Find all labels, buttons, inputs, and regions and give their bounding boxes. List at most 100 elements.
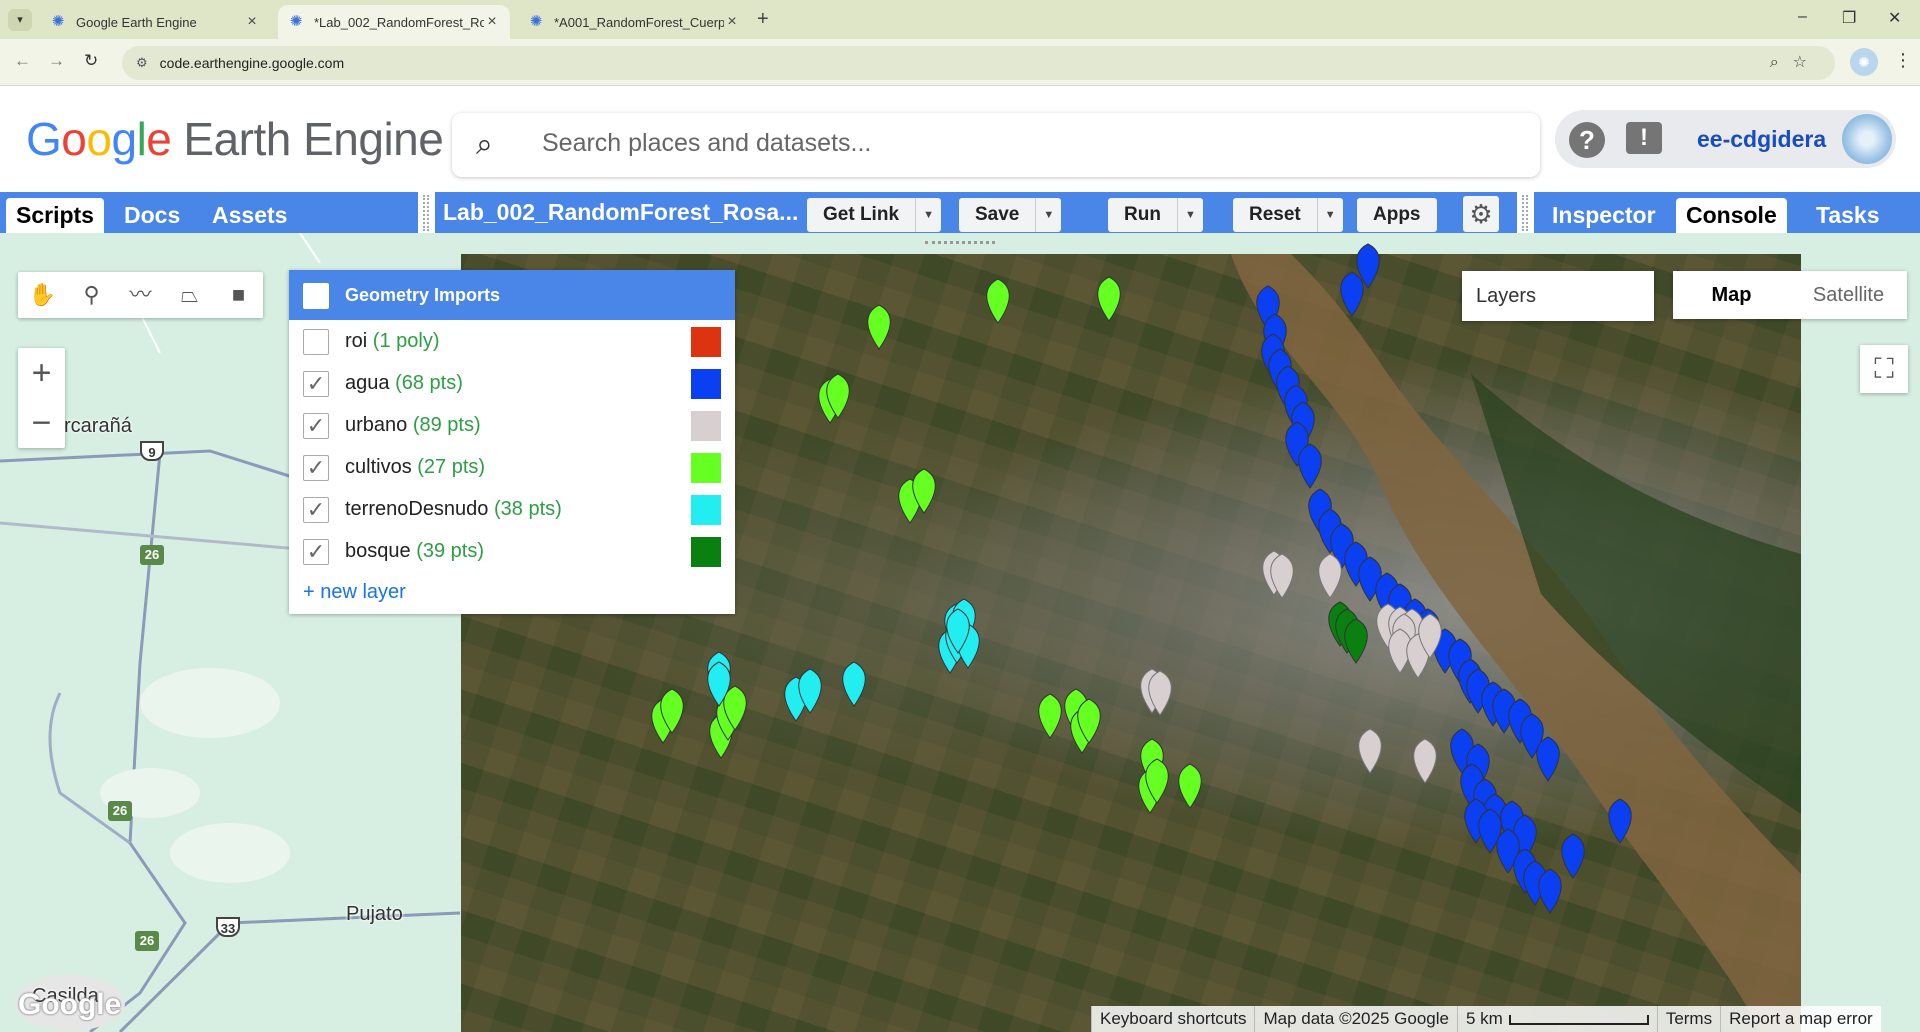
- browser-profile-icon[interactable]: ✺: [1850, 48, 1878, 76]
- tab-search-button[interactable]: ▾: [8, 9, 32, 31]
- map-marker-cultivos[interactable]: [1178, 763, 1202, 809]
- layer-color-swatch[interactable]: [691, 411, 721, 441]
- add-marker-icon[interactable]: ⚲: [67, 272, 116, 318]
- geometry-layer-row[interactable]: ✓ urbano (89 pts): [289, 404, 735, 446]
- zoom-bookmark-icons[interactable]: ⌕☆: [1770, 52, 1821, 72]
- new-layer-link[interactable]: + new layer: [303, 581, 406, 604]
- project-username[interactable]: ee-cdgidera: [1697, 126, 1826, 153]
- save-label[interactable]: Save: [959, 198, 1036, 232]
- draw-rectangle-icon[interactable]: ■: [214, 272, 263, 318]
- tab-console[interactable]: Console: [1676, 198, 1787, 233]
- map-marker-agua[interactable]: [1538, 868, 1562, 914]
- browser-menu-icon[interactable]: ⋮: [1894, 50, 1912, 71]
- script-title[interactable]: Lab_002_RandomForest_Rosa...: [443, 199, 798, 226]
- close-window-icon[interactable]: ✕: [1888, 8, 1901, 28]
- save-button[interactable]: Save ▼: [959, 198, 1062, 232]
- get-link-button[interactable]: Get Link ▼: [807, 198, 942, 232]
- browser-tab-3[interactable]: ✺ *A001_RandomForest_Cuerpos ×: [518, 5, 750, 39]
- minimize-icon[interactable]: –: [1798, 8, 1807, 26]
- tab-scripts[interactable]: Scripts: [6, 198, 104, 233]
- layer-color-swatch[interactable]: [691, 327, 721, 357]
- map-marker-cultivos[interactable]: [1038, 693, 1062, 739]
- pan-hand-icon[interactable]: ✋: [18, 272, 67, 318]
- draw-line-icon[interactable]: 〰: [116, 272, 165, 318]
- layer-name[interactable]: roi (1 poly): [345, 330, 440, 353]
- toggle-all-checkbox[interactable]: [303, 283, 329, 309]
- tab-inspector[interactable]: Inspector: [1542, 198, 1666, 233]
- layer-name[interactable]: urbano (89 pts): [345, 414, 481, 437]
- map-marker-bosque[interactable]: [1344, 618, 1368, 664]
- layer-visibility-checkbox[interactable]: ✓: [303, 539, 329, 565]
- zoom-out-icon[interactable]: −: [18, 398, 65, 448]
- close-tab-icon[interactable]: ×: [484, 13, 500, 31]
- map-marker-agua[interactable]: [1536, 736, 1560, 782]
- tab-docs[interactable]: Docs: [114, 198, 190, 233]
- geometry-layer-row[interactable]: ✓ cultivos (27 pts): [289, 446, 735, 488]
- site-info-icon[interactable]: ⚙: [136, 55, 148, 71]
- layer-name[interactable]: cultivos (27 pts): [345, 456, 485, 479]
- url-bar[interactable]: ⚙ code.earthengine.google.com ⌕☆: [122, 46, 1835, 80]
- layer-name[interactable]: bosque (39 pts): [345, 540, 484, 563]
- scale-bar[interactable]: 5 km: [1456, 1006, 1657, 1032]
- zoom-in-icon[interactable]: +: [18, 348, 65, 398]
- layer-color-swatch[interactable]: [691, 495, 721, 525]
- map-marker-urbano[interactable]: [1358, 728, 1382, 774]
- layer-visibility-checkbox[interactable]: ✓: [303, 413, 329, 439]
- close-tab-icon[interactable]: ×: [724, 13, 740, 31]
- layer-name[interactable]: agua (68 pts): [345, 372, 463, 395]
- help-icon[interactable]: ?: [1569, 122, 1605, 158]
- report-map-error-link[interactable]: Report a map error: [1720, 1006, 1881, 1032]
- geometry-imports-header[interactable]: Geometry Imports: [289, 270, 735, 320]
- forward-icon[interactable]: →: [48, 51, 65, 71]
- map-marker-terrenoDesnudo[interactable]: [842, 661, 866, 707]
- map-marker-urbano[interactable]: [1413, 738, 1437, 784]
- map-marker-urbano[interactable]: [1318, 553, 1342, 599]
- gear-icon[interactable]: ⚙: [1463, 196, 1499, 232]
- layer-visibility-checkbox[interactable]: ✓: [303, 455, 329, 481]
- browser-tab-2[interactable]: ✺ *Lab_002_RandomForest_Rosar ×: [278, 5, 510, 39]
- browser-tab-1[interactable]: ✺ Google Earth Engine ×: [40, 5, 270, 39]
- apps-label[interactable]: Apps: [1357, 198, 1437, 232]
- layer-color-swatch[interactable]: [691, 369, 721, 399]
- tab-tasks[interactable]: Tasks: [1806, 198, 1890, 233]
- earth-engine-logo[interactable]: Google Earth Engine: [26, 112, 444, 166]
- map-marker-agua[interactable]: [1608, 798, 1632, 844]
- layer-visibility-checkbox[interactable]: ✓: [303, 497, 329, 523]
- map-marker-agua[interactable]: [1298, 443, 1322, 489]
- layer-name[interactable]: terrenoDesnudo (38 pts): [345, 498, 562, 521]
- restore-icon[interactable]: ❐: [1842, 8, 1856, 28]
- map-marker-cultivos[interactable]: [986, 278, 1010, 324]
- new-tab-button[interactable]: +: [757, 8, 769, 31]
- layer-visibility-checkbox[interactable]: ✓: [303, 371, 329, 397]
- map-marker-agua[interactable]: [1561, 833, 1585, 879]
- layers-dropdown[interactable]: Layers: [1462, 271, 1654, 321]
- reset-label[interactable]: Reset: [1233, 198, 1317, 232]
- layer-color-swatch[interactable]: [691, 453, 721, 483]
- run-label[interactable]: Run: [1108, 198, 1177, 232]
- reload-icon[interactable]: ↻: [84, 51, 98, 71]
- search-input[interactable]: [542, 129, 1442, 158]
- layer-visibility-checkbox[interactable]: [303, 329, 329, 355]
- panel-resize-handle[interactable]: [423, 195, 429, 231]
- apps-button[interactable]: Apps: [1357, 198, 1437, 232]
- map-canvas[interactable]: rcarañá Pujato Casilda 9 26 26 26 33: [0, 233, 1920, 1032]
- fullscreen-icon[interactable]: ⛶: [1860, 345, 1908, 393]
- close-tab-icon[interactable]: ×: [244, 13, 260, 31]
- chevron-down-icon[interactable]: ▼: [1316, 198, 1343, 232]
- map-type-satellite-button[interactable]: Satellite: [1790, 271, 1907, 319]
- map-marker-agua[interactable]: [1340, 271, 1364, 317]
- keyboard-shortcuts-link[interactable]: Keyboard shortcuts: [1091, 1006, 1255, 1032]
- map-resize-handle[interactable]: [925, 241, 995, 245]
- geometry-layer-row[interactable]: ✓ terrenoDesnudo (38 pts): [289, 488, 735, 530]
- chevron-down-icon[interactable]: ▼: [915, 198, 942, 232]
- chevron-down-icon[interactable]: ▼: [1176, 198, 1203, 232]
- avatar[interactable]: [1842, 114, 1892, 164]
- geometry-layer-row[interactable]: roi (1 poly): [289, 320, 735, 362]
- run-button[interactable]: Run ▼: [1108, 198, 1203, 232]
- reset-button[interactable]: Reset ▼: [1233, 198, 1343, 232]
- map-marker-cultivos[interactable]: [867, 304, 891, 350]
- chevron-down-icon[interactable]: ▼: [1035, 198, 1062, 232]
- map-marker-cultivos[interactable]: [1097, 276, 1121, 322]
- draw-polygon-icon[interactable]: ⏢: [165, 272, 214, 318]
- geometry-layer-row[interactable]: ✓ agua (68 pts): [289, 362, 735, 404]
